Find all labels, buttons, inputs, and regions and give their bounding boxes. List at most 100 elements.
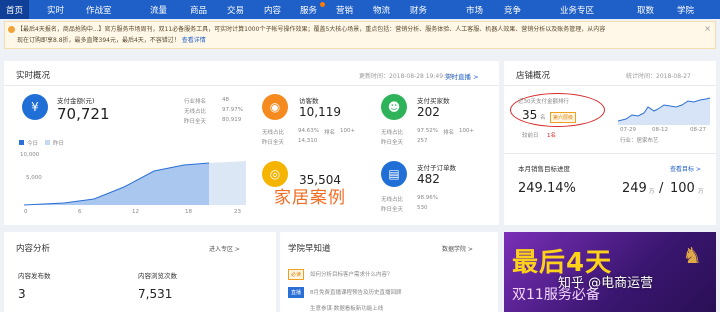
payment-stat-name: 行业排名 bbox=[184, 99, 207, 105]
goal-sep: / bbox=[659, 181, 664, 196]
goal-title: 本月销售目标进度 bbox=[518, 165, 570, 173]
payment-stat-name: 昨日全天 bbox=[184, 119, 207, 125]
footprint-icon: ◉ bbox=[262, 94, 288, 120]
visitors-stat-value: 100+ bbox=[340, 128, 356, 134]
visitors-value: 10,119 bbox=[299, 105, 341, 119]
announcement-banner: 【最后4天报名，商品抢购中...】官方服务市场周刊，双11必备服务工具，可实时计… bbox=[4, 21, 716, 49]
goal-total: 100 bbox=[670, 181, 695, 196]
x-tick: 23 bbox=[234, 209, 241, 215]
industry-label: 行业：居家布艺 bbox=[620, 138, 659, 144]
legend-yesterday-swatch bbox=[45, 140, 50, 145]
nav-item-traffic[interactable]: 流量 bbox=[150, 4, 167, 16]
yesterday-area bbox=[209, 161, 246, 205]
x-tick: 07-29 bbox=[620, 127, 636, 133]
users-icon: ☻ bbox=[381, 94, 407, 120]
info-icon bbox=[8, 26, 15, 33]
item-tag: 必读 bbox=[288, 269, 305, 280]
buyers-stat-name: 排名 bbox=[443, 130, 455, 136]
nav-item-content[interactable]: 内容 bbox=[264, 4, 281, 16]
payment-stat-value: 48 bbox=[222, 97, 229, 103]
nav-item-fetch-data[interactable]: 取数 bbox=[637, 4, 654, 16]
item-tag: 直播 bbox=[288, 287, 305, 298]
goal-link[interactable]: 查看目标 > bbox=[670, 164, 701, 173]
nav-item-academy[interactable]: 学院 bbox=[677, 4, 694, 16]
nav-item-market[interactable]: 市场 bbox=[466, 4, 483, 16]
rank-trend-chart bbox=[618, 97, 710, 125]
payment-label: 支付金额(元) bbox=[57, 97, 95, 105]
visitors-stat-value: 94.63% bbox=[298, 128, 319, 134]
yuan-icon: ¥ bbox=[22, 94, 48, 120]
buyers-value: 202 bbox=[417, 105, 440, 119]
announcement-text-line1: 【最后4天报名，商品抢购中...】官方服务市场周刊，双11必备服务工具，可实时计… bbox=[17, 26, 606, 33]
nav-item-products[interactable]: 商品 bbox=[190, 4, 207, 16]
deer-icon: ♞ bbox=[682, 244, 702, 269]
nav-item-realtime[interactable]: 实时 bbox=[47, 4, 64, 16]
orders-value: 482 bbox=[417, 172, 440, 186]
top-nav: 首页 实时 作战室 流量 商品 交易 内容 服务 营销 物流 财务 市场 竞争 … bbox=[0, 0, 720, 19]
visitors-stat-name: 无线占比 bbox=[262, 130, 285, 136]
rank-unit: 名 bbox=[540, 115, 546, 121]
realtime-title: 实时概况 bbox=[16, 71, 51, 81]
x-tick: 18 bbox=[185, 209, 192, 215]
goal-done: 249 bbox=[622, 181, 647, 196]
visitors-stat-name: 昨日全天 bbox=[262, 140, 285, 146]
realtime-live-link[interactable]: 实时直播 > bbox=[445, 71, 479, 81]
nav-item-competition[interactable]: 竞争 bbox=[504, 4, 521, 16]
prev-value: 1名 bbox=[547, 133, 556, 139]
goal-unit: 万 bbox=[698, 189, 704, 195]
x-tick: 08-12 bbox=[652, 127, 668, 133]
announcement-text-line2: 现在订购即享8.8折，最多直降394元，最后4天，不容错过！ bbox=[17, 37, 180, 44]
case-watermark: 家居案例 bbox=[274, 188, 346, 208]
publish-value: 3 bbox=[18, 287, 26, 301]
academy-panel: 学院早知道 数据学院 > 必读 如何分析目标客户需求什么内容？ 直播 8月免费直… bbox=[280, 232, 498, 312]
x-tick: 12 bbox=[132, 209, 139, 215]
academy-link[interactable]: 数据学院 > bbox=[442, 244, 473, 253]
nav-item-trades[interactable]: 交易 bbox=[227, 4, 244, 16]
content-analysis-panel: 内容分析 进入专区 > 内容发布数 3 内容浏览次数 7,531 bbox=[4, 232, 276, 312]
today-area bbox=[24, 163, 209, 205]
orders-label: 支付子订单数 bbox=[417, 164, 456, 172]
shop-stats-time: 统计时间：2018-08-27 bbox=[626, 73, 691, 80]
nav-item-finance[interactable]: 财务 bbox=[410, 4, 427, 16]
content-title: 内容分析 bbox=[16, 244, 51, 254]
orders-stat-name: 无线占比 bbox=[381, 197, 404, 203]
rank-area bbox=[618, 98, 710, 125]
announcement-detail-link[interactable]: 查看详情 bbox=[182, 37, 206, 44]
academy-title: 学院早知道 bbox=[288, 244, 331, 254]
promo-banner[interactable]: 最后4天 双11服务必备 ♞ 知乎 @电商运营 bbox=[504, 232, 716, 312]
academy-item[interactable]: 如何分析目标客户需求什么内容？ bbox=[310, 270, 393, 278]
buyers-stat-value: 97.52% bbox=[417, 128, 438, 134]
goal-pct: 249.14% bbox=[518, 181, 576, 196]
buyers-label: 支付买家数 bbox=[417, 97, 450, 105]
academy-item[interactable]: 8月免费直播课程预告及历史直播回顾 bbox=[310, 288, 402, 296]
nav-item-logistics[interactable]: 物流 bbox=[373, 4, 390, 16]
legend-today: 今日 bbox=[27, 141, 39, 147]
payment-stat-value: 80,919 bbox=[222, 117, 242, 123]
orders-stat-value: 530 bbox=[417, 205, 428, 211]
nav-item-service[interactable]: 服务 bbox=[300, 4, 317, 16]
buyers-stat-value: 257 bbox=[417, 138, 428, 144]
payment-trend-chart bbox=[24, 161, 246, 206]
nav-item-warroom[interactable]: 作战室 bbox=[86, 4, 112, 16]
browse-value: 7,531 bbox=[138, 287, 173, 301]
realtime-overview-panel: 实时概况 更新时间：2018-08-28 19:49:14 实时直播 > ¥ 支… bbox=[4, 61, 499, 225]
payment-stat-name: 无线占比 bbox=[184, 109, 207, 115]
close-icon[interactable]: × bbox=[704, 23, 711, 34]
academy-item[interactable]: 生意参谋·数据看板新功能上线 bbox=[310, 304, 383, 312]
x-tick: 6 bbox=[78, 209, 82, 215]
rank-value: 35 bbox=[522, 108, 538, 122]
x-tick: 08-27 bbox=[690, 127, 706, 133]
nav-item-business-zone[interactable]: 业务专区 bbox=[560, 4, 594, 16]
legend-yesterday: 昨日 bbox=[53, 141, 65, 147]
visitors-stat-value: 14,310 bbox=[298, 138, 318, 144]
x-tick: 0 bbox=[24, 209, 28, 215]
nav-item-marketing[interactable]: 营销 bbox=[336, 4, 353, 16]
payment-value: 70,721 bbox=[57, 105, 110, 123]
prev-label: 较前日 bbox=[522, 133, 539, 139]
buyers-stat-name: 昨日全天 bbox=[381, 140, 404, 146]
goal-unit: 万 bbox=[649, 189, 655, 195]
content-enter-link[interactable]: 进入专区 > bbox=[209, 244, 240, 253]
nav-item-home[interactable]: 首页 bbox=[0, 0, 30, 19]
shop-overview-panel: 店铺概况 统计时间：2018-08-27 近30天支付金额排行 35 名 第六层… bbox=[504, 61, 716, 225]
divider bbox=[504, 153, 716, 154]
